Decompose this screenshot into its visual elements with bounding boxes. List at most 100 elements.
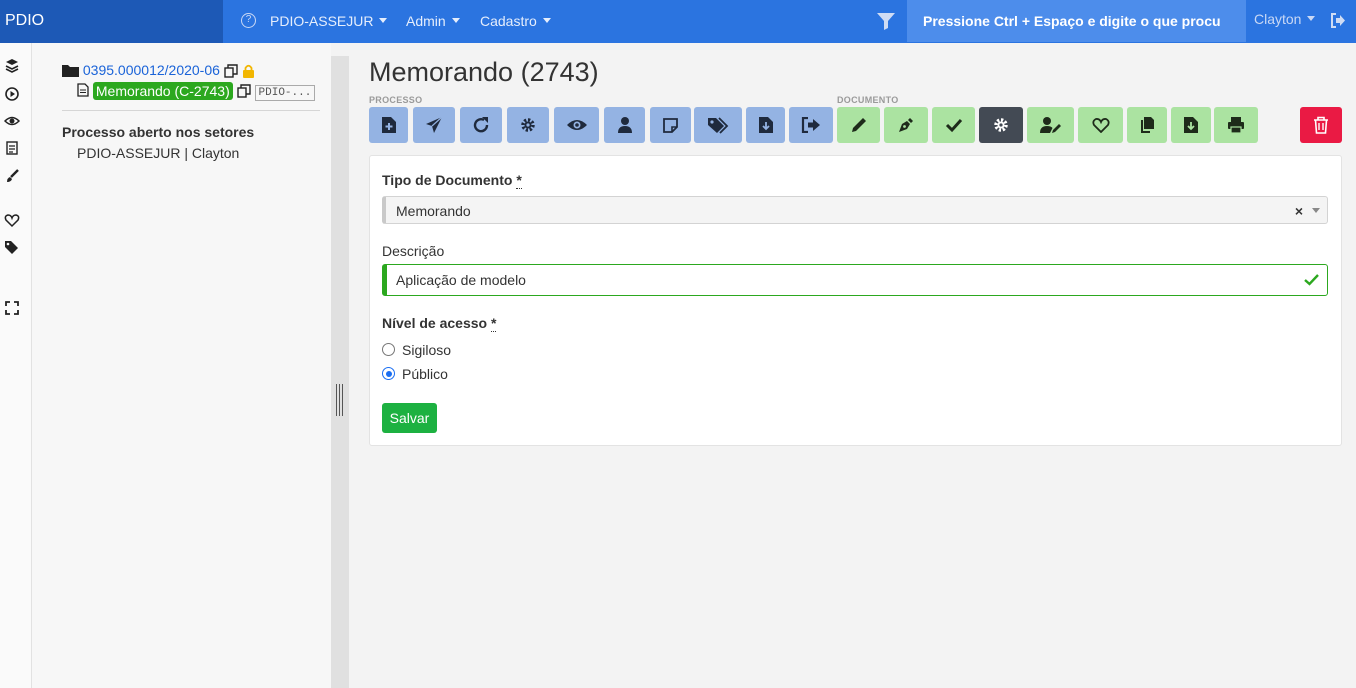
file-download-icon bbox=[1184, 117, 1198, 133]
redo-icon bbox=[473, 117, 489, 133]
descricao-label: Descrição bbox=[382, 243, 445, 259]
tipo-documento-label: Tipo de Documento * bbox=[382, 172, 522, 189]
save-button[interactable]: Salvar bbox=[382, 403, 437, 433]
document-tree-row: Memorando (C-2743) PDIO-... bbox=[77, 82, 316, 101]
layers-icon[interactable] bbox=[4, 58, 20, 74]
radio-sigiloso-label[interactable]: Sigiloso bbox=[402, 342, 451, 358]
pen-nib-icon bbox=[899, 118, 913, 132]
page-title: Memorando (2743) bbox=[369, 57, 599, 87]
divider bbox=[62, 110, 320, 111]
file-plus-icon bbox=[381, 117, 396, 133]
process-tree-row: 0395.000012/2020-06 bbox=[62, 62, 255, 79]
heart-icon bbox=[1091, 118, 1110, 133]
print-icon bbox=[1228, 117, 1244, 134]
process-number-link[interactable]: 0395.000012/2020-06 bbox=[83, 62, 220, 78]
calendar-icon[interactable] bbox=[4, 140, 20, 156]
send-button[interactable] bbox=[413, 107, 455, 143]
search-input[interactable]: Pressione Ctrl + Espaço e digite o que p… bbox=[907, 0, 1246, 42]
user-menu[interactable]: Clayton bbox=[1254, 11, 1316, 27]
finish-document-button[interactable] bbox=[932, 107, 975, 143]
copy-icon[interactable] bbox=[236, 84, 251, 98]
nav-menu-label: PDIO-ASSEJUR bbox=[270, 13, 374, 29]
expand-icon[interactable] bbox=[4, 300, 20, 316]
download-document-button[interactable] bbox=[1171, 107, 1211, 143]
top-navbar: PDIO ? PDIO-ASSEJUR Admin Cadastro Press… bbox=[0, 0, 1356, 43]
download-process-button[interactable] bbox=[746, 107, 785, 143]
favorite-button[interactable] bbox=[1078, 107, 1123, 143]
nav-menu-admin[interactable]: Admin bbox=[406, 13, 460, 29]
eye-icon[interactable] bbox=[4, 113, 20, 129]
document-badge[interactable]: Memorando (C-2743) bbox=[92, 82, 233, 100]
radio-publico[interactable] bbox=[382, 367, 395, 380]
label-text: Tipo de Documento bbox=[382, 172, 513, 188]
heart-icon[interactable] bbox=[4, 212, 20, 228]
label-text: Nível de acesso bbox=[382, 315, 488, 331]
sectors-title: Processo aberto nos setores bbox=[62, 124, 255, 140]
panel-splitter[interactable] bbox=[331, 56, 349, 688]
document-settings-button[interactable] bbox=[979, 107, 1023, 143]
drag-handle-icon[interactable] bbox=[336, 384, 343, 416]
caret-down-icon bbox=[1307, 16, 1316, 21]
logout-icon[interactable] bbox=[1330, 13, 1346, 28]
check-icon bbox=[945, 118, 962, 133]
user-icon bbox=[617, 117, 632, 133]
nivel-acesso-label: Nível de acesso * bbox=[382, 315, 497, 332]
lock-icon bbox=[242, 64, 254, 78]
required-mark: * bbox=[490, 315, 497, 332]
play-circle-icon[interactable] bbox=[4, 86, 20, 102]
gear-icon bbox=[521, 118, 535, 132]
interested-user-button[interactable] bbox=[604, 107, 645, 143]
chevron-down-icon[interactable] bbox=[1312, 208, 1320, 213]
brush-icon[interactable] bbox=[4, 168, 20, 184]
tags-icon bbox=[708, 117, 729, 134]
radio-publico-label[interactable]: Público bbox=[402, 366, 448, 382]
input-value: Aplicação de modelo bbox=[396, 272, 526, 288]
file-icon bbox=[77, 83, 89, 97]
sign-out-icon bbox=[801, 117, 820, 133]
copy-icon bbox=[1141, 117, 1154, 133]
send-icon bbox=[426, 116, 443, 133]
nav-menu-label: Admin bbox=[406, 13, 446, 29]
duplicate-document-button[interactable] bbox=[1127, 107, 1167, 143]
user-edit-button[interactable] bbox=[1027, 107, 1074, 143]
caret-down-icon bbox=[451, 18, 460, 23]
valid-check-icon bbox=[1304, 274, 1319, 286]
caret-down-icon bbox=[379, 18, 388, 23]
filter-icon[interactable] bbox=[877, 12, 895, 30]
tags-button[interactable] bbox=[694, 107, 742, 143]
folder-icon bbox=[62, 65, 79, 77]
gear-icon bbox=[994, 118, 1008, 132]
nav-menu-cadastro[interactable]: Cadastro bbox=[480, 13, 551, 29]
edit-document-button[interactable] bbox=[837, 107, 880, 143]
sign-document-button[interactable] bbox=[884, 107, 928, 143]
note-button[interactable] bbox=[650, 107, 691, 143]
sticky-note-icon bbox=[663, 117, 678, 133]
exit-process-button[interactable] bbox=[789, 107, 833, 143]
help-icon[interactable]: ? bbox=[241, 13, 256, 28]
nav-menu-pdio-assejur[interactable]: PDIO-ASSEJUR bbox=[270, 13, 388, 29]
user-name: Clayton bbox=[1254, 11, 1302, 27]
print-button[interactable] bbox=[1214, 107, 1258, 143]
trash-icon bbox=[1314, 116, 1328, 134]
document-group-label: DOCUMENTO bbox=[837, 95, 899, 105]
caret-down-icon bbox=[542, 18, 551, 23]
tags-icon[interactable] bbox=[4, 239, 20, 255]
reload-button[interactable] bbox=[460, 107, 502, 143]
radio-sigiloso[interactable] bbox=[382, 343, 395, 356]
document-sector-tag: PDIO-... bbox=[254, 85, 316, 101]
tipo-documento-select[interactable]: Memorando × bbox=[382, 196, 1328, 224]
left-icon-rail bbox=[0, 43, 32, 688]
copy-icon[interactable] bbox=[224, 64, 238, 78]
user-edit-icon bbox=[1039, 117, 1061, 133]
sector-item: PDIO-ASSEJUR | Clayton bbox=[77, 145, 240, 161]
descricao-input[interactable]: Aplicação de modelo bbox=[382, 264, 1328, 296]
pencil-icon bbox=[851, 118, 866, 132]
nav-menu-label: Cadastro bbox=[480, 13, 537, 29]
process-group-label: PROCESSO bbox=[369, 95, 423, 105]
process-settings-button[interactable] bbox=[507, 107, 549, 143]
new-document-button[interactable] bbox=[369, 107, 408, 143]
brand-logo[interactable]: PDIO bbox=[0, 0, 223, 43]
clear-icon[interactable]: × bbox=[1295, 203, 1303, 219]
delete-document-button[interactable] bbox=[1300, 107, 1342, 143]
view-button[interactable] bbox=[554, 107, 599, 143]
